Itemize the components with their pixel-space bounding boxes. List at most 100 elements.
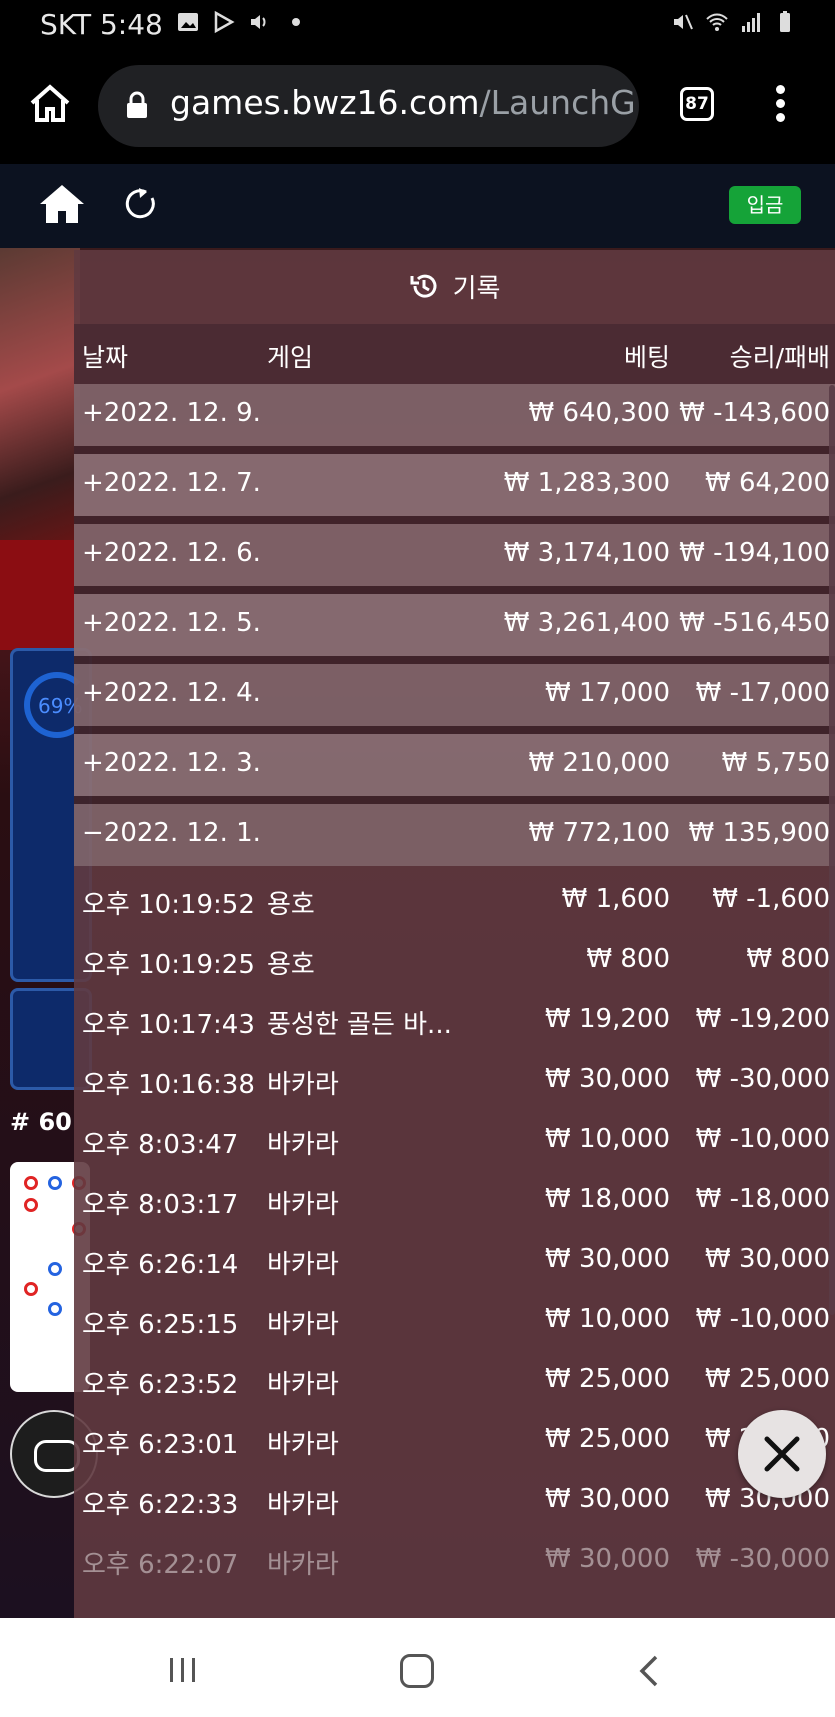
entry-row[interactable]: 오후 6:22:33 바카라 ₩ 30,000 ₩ 30,000 — [74, 1470, 835, 1530]
entry-bet: ₩ 18,000 — [545, 1184, 670, 1214]
day-row[interactable]: +2022. 12. 5. ₩ 3,261,400 ₩ -516,450 — [74, 594, 835, 656]
day-row[interactable]: +2022. 12. 6. ₩ 3,174,100 ₩ -194,100 — [74, 524, 835, 586]
entry-row[interactable]: 오후 10:16:38 바카라 ₩ 30,000 ₩ -30,000 — [74, 1050, 835, 1110]
browser-menu-icon[interactable] — [765, 82, 795, 130]
entry-row[interactable]: 오후 10:19:25 용호 ₩ 800 ₩ 800 — [74, 930, 835, 990]
entry-game: 바카라 — [267, 1490, 339, 1520]
day-bet: ₩ 3,261,400 — [503, 608, 670, 638]
col-result-header: 승리/패배 — [729, 343, 830, 372]
entry-time: 오후 6:23:52 — [82, 1370, 239, 1400]
history-panel: 기록 날짜 게임 베팅 승리/패배 +2022. 12. 9. ₩ 640,30… — [74, 250, 835, 1618]
entry-game: 바카라 — [267, 1370, 339, 1400]
entry-game: 바카라 — [267, 1550, 339, 1580]
tab-switcher-button[interactable]: 87 — [680, 87, 714, 121]
entry-bet: ₩ 30,000 — [545, 1544, 670, 1574]
day-date: −2022. 12. 1. — [82, 818, 261, 848]
entry-game: 바카라 — [267, 1310, 339, 1340]
day-date: +2022. 12. 4. — [82, 678, 261, 708]
wifi-icon — [706, 13, 728, 31]
entry-time: 오후 6:23:01 — [82, 1430, 239, 1460]
game-top-bar: 입금 — [0, 164, 835, 248]
status-right-icons — [671, 10, 797, 34]
day-row[interactable]: +2022. 12. 9. ₩ 640,300 ₩ -143,600 — [74, 384, 835, 446]
day-date: +2022. 12. 7. — [82, 468, 261, 498]
entry-time: 오후 10:19:25 — [82, 950, 255, 980]
entry-row[interactable]: 오후 6:22:07 바카라 ₩ 30,000 ₩ -30,000 — [74, 1530, 835, 1590]
entry-game: 풍성한 골든 바... — [267, 1010, 452, 1040]
close-history-button[interactable] — [738, 1410, 826, 1498]
entry-row[interactable]: 오후 6:23:01 바카라 ₩ 25,000 ₩ 25,000 — [74, 1410, 835, 1470]
history-title: 기록 — [74, 250, 835, 322]
entry-row[interactable]: 오후 8:03:17 바카라 ₩ 18,000 ₩ -18,000 — [74, 1170, 835, 1230]
entry-result: ₩ -10,000 — [695, 1124, 830, 1154]
entry-bet: ₩ 30,000 — [545, 1064, 670, 1094]
entry-time: 오후 10:19:52 — [82, 890, 255, 920]
day-row[interactable]: +2022. 12. 3. ₩ 210,000 ₩ 5,750 — [74, 734, 835, 796]
day-row[interactable]: +2022. 12. 7. ₩ 1,283,300 ₩ 64,200 — [74, 454, 835, 516]
deposit-button[interactable]: 입금 — [729, 186, 801, 224]
entry-time: 오후 6:22:07 — [82, 1550, 239, 1580]
divider — [74, 656, 835, 664]
entry-bet: ₩ 25,000 — [545, 1364, 670, 1394]
day-bet: ₩ 210,000 — [528, 748, 671, 778]
day-row-expanded[interactable]: −2022. 12. 1. ₩ 772,100 ₩ 135,900 — [74, 804, 835, 866]
url-path: /LaunchG — [479, 83, 636, 122]
col-date-header: 날짜 — [82, 343, 129, 372]
url-host: games.bwz16.com — [170, 83, 480, 122]
entry-game: 바카라 — [267, 1190, 339, 1220]
day-bet: ₩ 640,300 — [528, 398, 671, 428]
divider — [74, 726, 835, 734]
entry-row[interactable]: 오후 8:03:47 바카라 ₩ 10,000 ₩ -10,000 — [74, 1110, 835, 1170]
history-header-row: 날짜 게임 베팅 승리/패배 — [74, 324, 835, 384]
day-bet: ₩ 3,174,100 — [503, 538, 670, 568]
entry-row[interactable]: 오후 6:25:15 바카라 ₩ 10,000 ₩ -10,000 — [74, 1290, 835, 1350]
entry-game: 용호 — [267, 950, 315, 980]
entry-bet: ₩ 30,000 — [545, 1244, 670, 1274]
day-date: +2022. 12. 9. — [82, 398, 261, 428]
roadmap-dot — [24, 1176, 38, 1190]
divider — [74, 586, 835, 594]
entry-bet: ₩ 25,000 — [545, 1424, 670, 1454]
mute-icon — [674, 14, 693, 30]
game-home-icon[interactable] — [38, 182, 86, 226]
entry-result: ₩ -1,600 — [712, 884, 830, 914]
history-scrollbar[interactable] — [829, 385, 835, 1315]
day-result: ₩ -143,600 — [679, 398, 830, 428]
address-bar[interactable]: games.bwz16.com/LaunchG — [98, 65, 639, 147]
signal-icon — [742, 13, 760, 32]
roadmap-dot — [48, 1262, 62, 1276]
entry-row[interactable]: 오후 10:17:43 풍성한 골든 바... ₩ 19,200 ₩ -19,2… — [74, 990, 835, 1050]
day-result: ₩ 64,200 — [705, 468, 830, 498]
system-nav-bar — [0, 1618, 835, 1717]
recent-apps-icon[interactable] — [168, 1656, 198, 1684]
entry-row[interactable]: 오후 6:23:52 바카라 ₩ 25,000 ₩ 25,000 — [74, 1350, 835, 1410]
table-felt — [0, 540, 80, 650]
divider — [74, 516, 835, 524]
entry-bet: ₩ 800 — [586, 944, 670, 974]
day-result: ₩ 135,900 — [688, 818, 831, 848]
entry-result: ₩ 25,000 — [705, 1364, 830, 1394]
browser-home-icon[interactable] — [28, 82, 72, 126]
back-icon[interactable] — [636, 1654, 662, 1688]
entry-result: ₩ -30,000 — [695, 1544, 830, 1574]
entry-result: ₩ -30,000 — [695, 1064, 830, 1094]
day-result: ₩ 5,750 — [721, 748, 830, 778]
entry-row[interactable]: 오후 10:19:52 용호 ₩ 1,600 ₩ -1,600 — [74, 870, 835, 930]
day-bet: ₩ 1,283,300 — [503, 468, 670, 498]
divider — [74, 446, 835, 454]
day-result: ₩ -194,100 — [679, 538, 830, 568]
entry-result: ₩ 800 — [746, 944, 830, 974]
day-date: +2022. 12. 5. — [82, 608, 261, 638]
status-time: SKT 5:48 — [40, 8, 163, 41]
entry-game: 바카라 — [267, 1070, 339, 1100]
entry-bet: ₩ 1,600 — [561, 884, 670, 914]
status-left-icons — [176, 10, 308, 34]
entry-game: 바카라 — [267, 1430, 339, 1460]
day-row[interactable]: +2022. 12. 4. ₩ 17,000 ₩ -17,000 — [74, 664, 835, 726]
entry-game: 바카라 — [267, 1250, 339, 1280]
refresh-icon[interactable] — [124, 186, 160, 224]
entry-row[interactable]: 오후 6:26:14 바카라 ₩ 30,000 ₩ 30,000 — [74, 1230, 835, 1290]
image-icon — [178, 13, 198, 31]
entry-time: 오후 10:17:43 — [82, 1010, 255, 1040]
nav-home-icon[interactable] — [400, 1654, 434, 1688]
